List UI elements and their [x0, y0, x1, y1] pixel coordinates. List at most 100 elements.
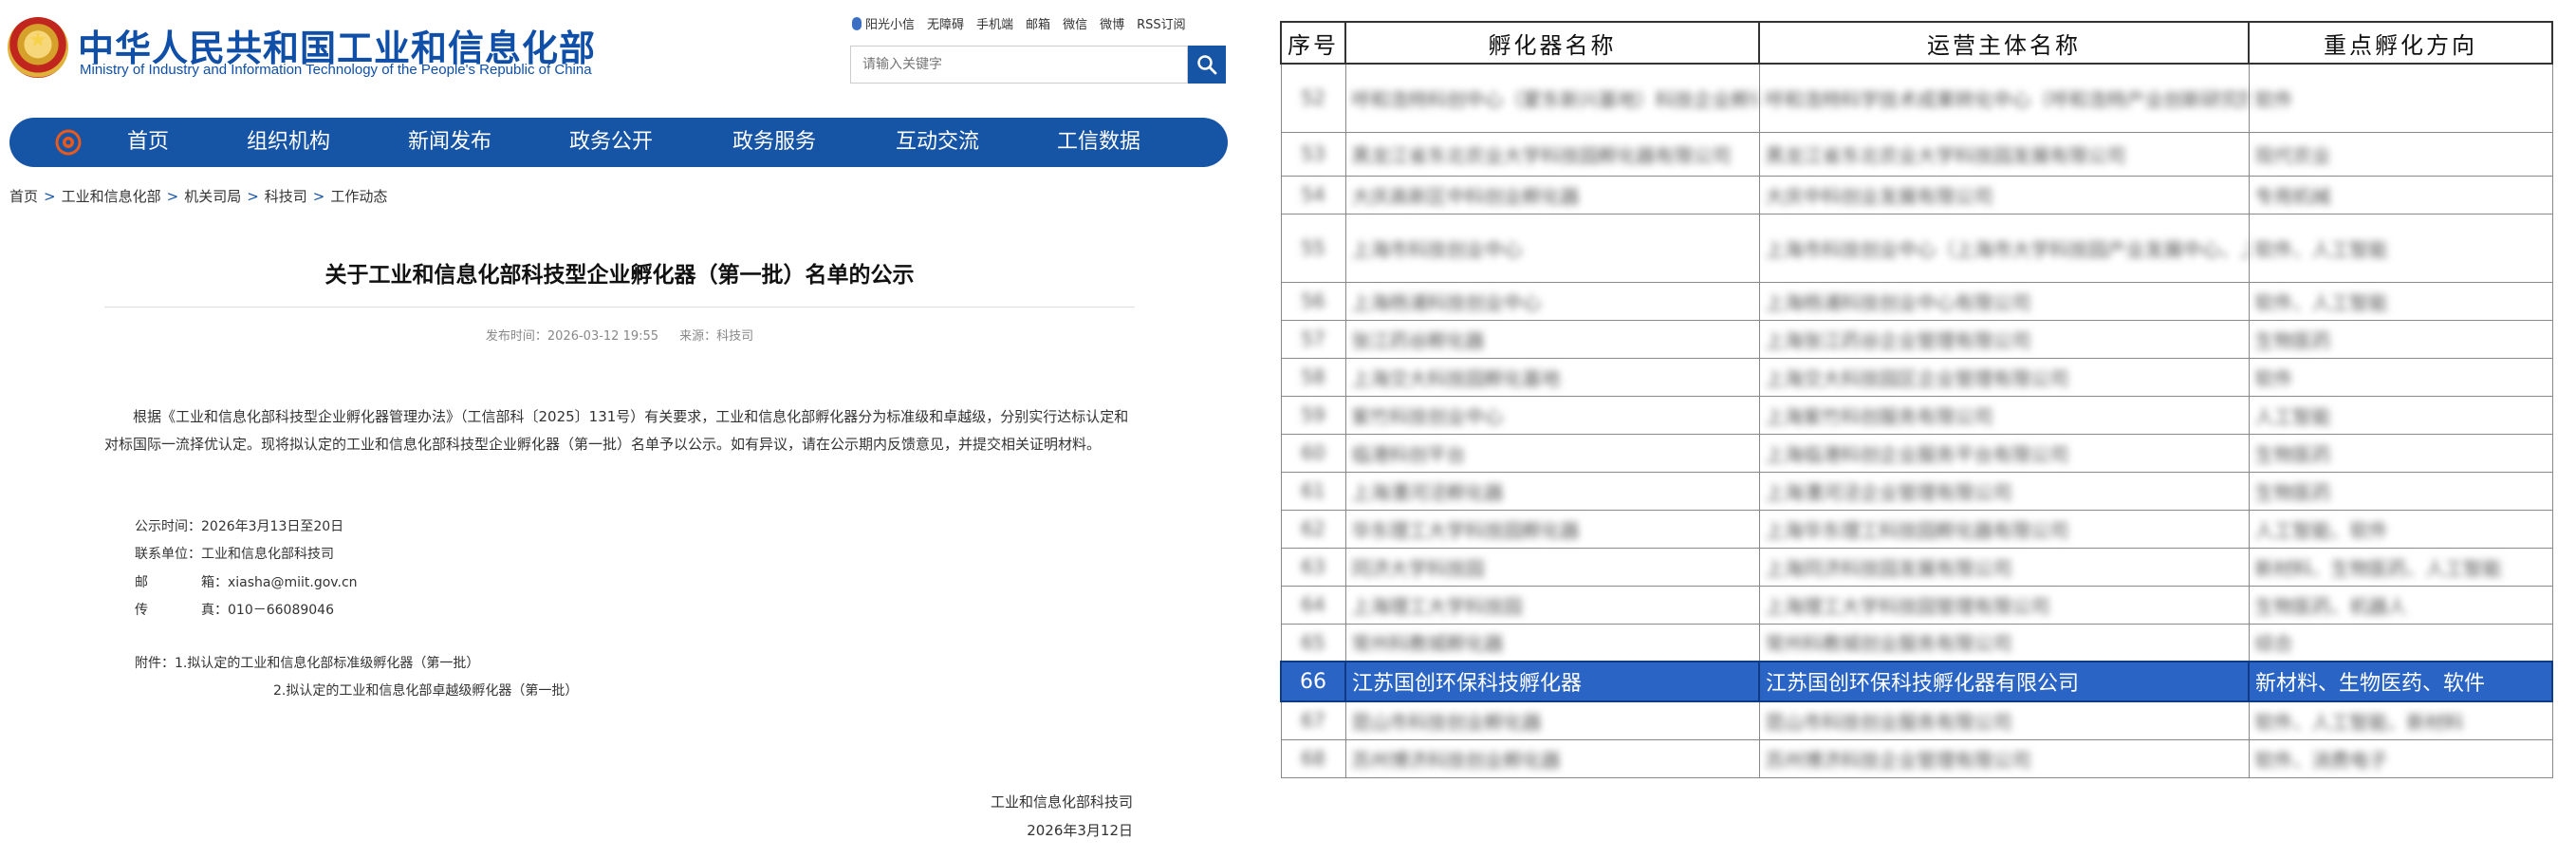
breadcrumb-tech[interactable]: 科技司: [265, 188, 307, 205]
title-divider: [104, 307, 1135, 308]
cell-operator: 上海临港科创企业服务平台有限公司: [1758, 433, 2250, 473]
cell-name: 呼和浩特科创中心（蒙东新兴基地）科技企业孵化器: [1344, 63, 1760, 133]
cell-focus: 生物医药: [2248, 471, 2553, 511]
cell-name: 上海理工大学科技园: [1344, 585, 1760, 625]
cell-name: 华东理工大学科技园孵化器: [1344, 509, 1760, 549]
cell-no: 56: [1280, 281, 1346, 321]
top-link-wechat[interactable]: 微信: [1063, 14, 1087, 32]
breadcrumb-work-news[interactable]: 工作动态: [330, 188, 387, 205]
cell-operator: 上海华东理工科技园孵化器有限公司: [1758, 509, 2250, 549]
nav-interaction[interactable]: 互动交流: [896, 118, 979, 167]
org-name-en: Ministry of Industry and Information Tec…: [80, 62, 592, 78]
cell-operator: 大庆中科创业发展有限公司: [1758, 175, 2250, 214]
breadcrumb-home[interactable]: 首页: [9, 188, 38, 205]
cell-name: 昆山市科技创业孵化器: [1344, 700, 1760, 740]
nav-organization[interactable]: 组织机构: [247, 118, 330, 167]
cell-operator: 呼和浩特科学技术成果转化中心（呼和浩特产业创新研究院）: [1758, 63, 2250, 133]
cell-focus: 现代农业: [2248, 131, 2553, 177]
search-icon: [1197, 55, 1217, 75]
cell-focus: 生物医药: [2248, 319, 2553, 359]
miit-logo-icon[interactable]: [55, 129, 82, 156]
cell-focus: 综合: [2248, 623, 2553, 662]
cell-operator: 上海交大科技园区企业管理有限公司: [1758, 357, 2250, 397]
table-row: 68 苏州博济科技创业孵化器 苏州博济科技企业管理有限公司 软件、消费电子: [1280, 738, 2553, 778]
cell-name: 临港科创平台: [1344, 433, 1760, 473]
cell-no: 67: [1280, 700, 1346, 740]
header-focus: 重点孵化方向: [2248, 21, 2553, 65]
search-input[interactable]: [850, 46, 1188, 84]
cell-no: 66: [1280, 661, 1346, 702]
top-link-weibo[interactable]: 微博: [1100, 14, 1124, 32]
cell-focus: 生物医药: [2248, 433, 2553, 473]
cell-name: 上海漕河泾孵化器: [1344, 471, 1760, 511]
contact-unit: 联系单位：工业和信息化部科技司: [135, 547, 334, 562]
nav-gov-services[interactable]: 政务服务: [732, 118, 816, 167]
top-link-yangguang[interactable]: 阳光小信: [852, 14, 915, 32]
national-emblem-icon: ★: [8, 17, 68, 78]
cell-no: 52: [1280, 63, 1346, 133]
breadcrumb-departments[interactable]: 机关司局: [184, 188, 241, 205]
table-row: 61 上海漕河泾孵化器 上海漕河泾企业管理有限公司 生物医药: [1280, 471, 2553, 511]
top-link-mobile[interactable]: 手机端: [976, 14, 1013, 32]
cell-name: 常州科教城孵化器: [1344, 623, 1760, 662]
cell-no: 68: [1280, 738, 1346, 778]
attachment-2[interactable]: 2.拟认定的工业和信息化部卓越级孵化器（第一批）: [273, 681, 578, 699]
cell-name: 大庆高新区中科创业孵化器: [1344, 175, 1760, 214]
header-no: 序号: [1280, 21, 1346, 65]
cell-no: 54: [1280, 175, 1346, 214]
cell-focus: 软件: [2248, 357, 2553, 397]
notice-period: 公示时间：2026年3月13日至20日: [135, 519, 344, 534]
nav-data[interactable]: 工信数据: [1057, 118, 1140, 167]
table-row: 53 黑龙江省东北农业大学科技园孵化器有限公司 黑龙江省东北农业大学科技园发展有限公…: [1280, 131, 2553, 177]
table-row: 64 上海理工大学科技园 上海理工大学科技园管理有限公司 生物医药、机器人: [1280, 585, 2553, 625]
cell-no: 59: [1280, 395, 1346, 435]
cell-no: 58: [1280, 357, 1346, 397]
breadcrumb: 首页 > 工业和信息化部 > 机关司局 > 科技司 > 工作动态: [9, 188, 388, 205]
cell-operator: 常州科教城创业服务有限公司: [1758, 623, 2250, 662]
main-nav: 首页 组织机构 新闻发布 政务公开 政务服务 互动交流 工信数据: [9, 118, 1228, 167]
cell-operator: 上海紫竹科创服务有限公司: [1758, 395, 2250, 435]
table-row: 52 呼和浩特科创中心（蒙东新兴基地）科技企业孵化器 呼和浩特科学技术成果转化中心（…: [1280, 63, 2553, 133]
nav-gov-affairs[interactable]: 政务公开: [569, 118, 653, 167]
fax-value: 010－66089046: [228, 603, 334, 618]
cell-no: 63: [1280, 547, 1346, 587]
cell-focus: 软件、人工智能、新材料: [2248, 700, 2553, 740]
signature: 工业和信息化部科技司: [990, 793, 1133, 811]
article-page: ★ 中华人民共和国工业和信息化部 Ministry of Industry an…: [0, 0, 1243, 858]
cell-name: 黑龙江省东北农业大学科技园孵化器有限公司: [1344, 131, 1760, 177]
email-line: 邮 箱：xiasha@miit.gov.cn: [135, 575, 358, 590]
article-paragraph: 根据《工业和信息化部科技型企业孵化器管理办法》（工信部科〔2025〕131号）有…: [104, 408, 1129, 453]
cell-focus: 新材料、生物医药、人工智能: [2248, 547, 2553, 587]
search-button[interactable]: [1188, 46, 1226, 84]
nav-home[interactable]: 首页: [127, 118, 169, 167]
cell-operator: 江苏国创环保科技孵化器有限公司: [1758, 661, 2250, 702]
cell-no: 60: [1280, 433, 1346, 473]
incubator-table: 序号 孵化器名称 运营主体名称 重点孵化方向 52 呼和浩特科创中心（蒙东新兴基地…: [1280, 21, 2553, 778]
header-operator: 运营主体名称: [1758, 21, 2250, 65]
cell-operator: 上海理工大学科技园管理有限公司: [1758, 585, 2250, 625]
cell-focus: 新材料、生物医药、软件: [2248, 661, 2553, 702]
cell-name: 上海市科技创业中心: [1344, 213, 1760, 283]
publish-time: 发布时间：2026-03-12 19:55: [485, 329, 659, 344]
top-link-rss[interactable]: RSS订阅: [1137, 14, 1186, 32]
table-body: 52 呼和浩特科创中心（蒙东新兴基地）科技企业孵化器 呼和浩特科学技术成果转化中心（…: [1280, 63, 2553, 778]
table-row: 62 华东理工大学科技园孵化器 上海华东理工科技园孵化器有限公司 人工智能、软件: [1280, 509, 2553, 549]
breadcrumb-miit[interactable]: 工业和信息化部: [62, 188, 161, 205]
article-meta: 发布时间：2026-03-12 19:55 来源：科技司: [104, 326, 1135, 344]
cell-name: 江苏国创环保科技孵化器: [1344, 661, 1760, 702]
top-link-accessibility[interactable]: 无障碍: [927, 14, 964, 32]
top-link-mail[interactable]: 邮箱: [1026, 14, 1050, 32]
email-value[interactable]: xiasha@miit.gov.cn: [228, 575, 358, 590]
cell-focus: 生物医药、机器人: [2248, 585, 2553, 625]
cell-operator: 上海杨浦科技创业中心有限公司: [1758, 281, 2250, 321]
cell-no: 53: [1280, 131, 1346, 177]
cell-name: 上海交大科技园孵化基地: [1344, 357, 1760, 397]
table-row: 55上海市科技创业中心上海市科技创业中心（上海市大学科技园产业发展中心、上海市高…: [1280, 213, 2553, 283]
attachment-1[interactable]: 附件：1.拟认定的工业和信息化部标准级孵化器（第一批）: [135, 653, 479, 672]
table-row: 65 常州科教城孵化器 常州科教城创业服务有限公司 综合: [1280, 623, 2553, 662]
nav-news[interactable]: 新闻发布: [408, 118, 491, 167]
header-name: 孵化器名称: [1344, 21, 1760, 65]
cell-no: 55: [1280, 213, 1346, 283]
cell-name: 张江药谷孵化器: [1344, 319, 1760, 359]
cell-no: 57: [1280, 319, 1346, 359]
